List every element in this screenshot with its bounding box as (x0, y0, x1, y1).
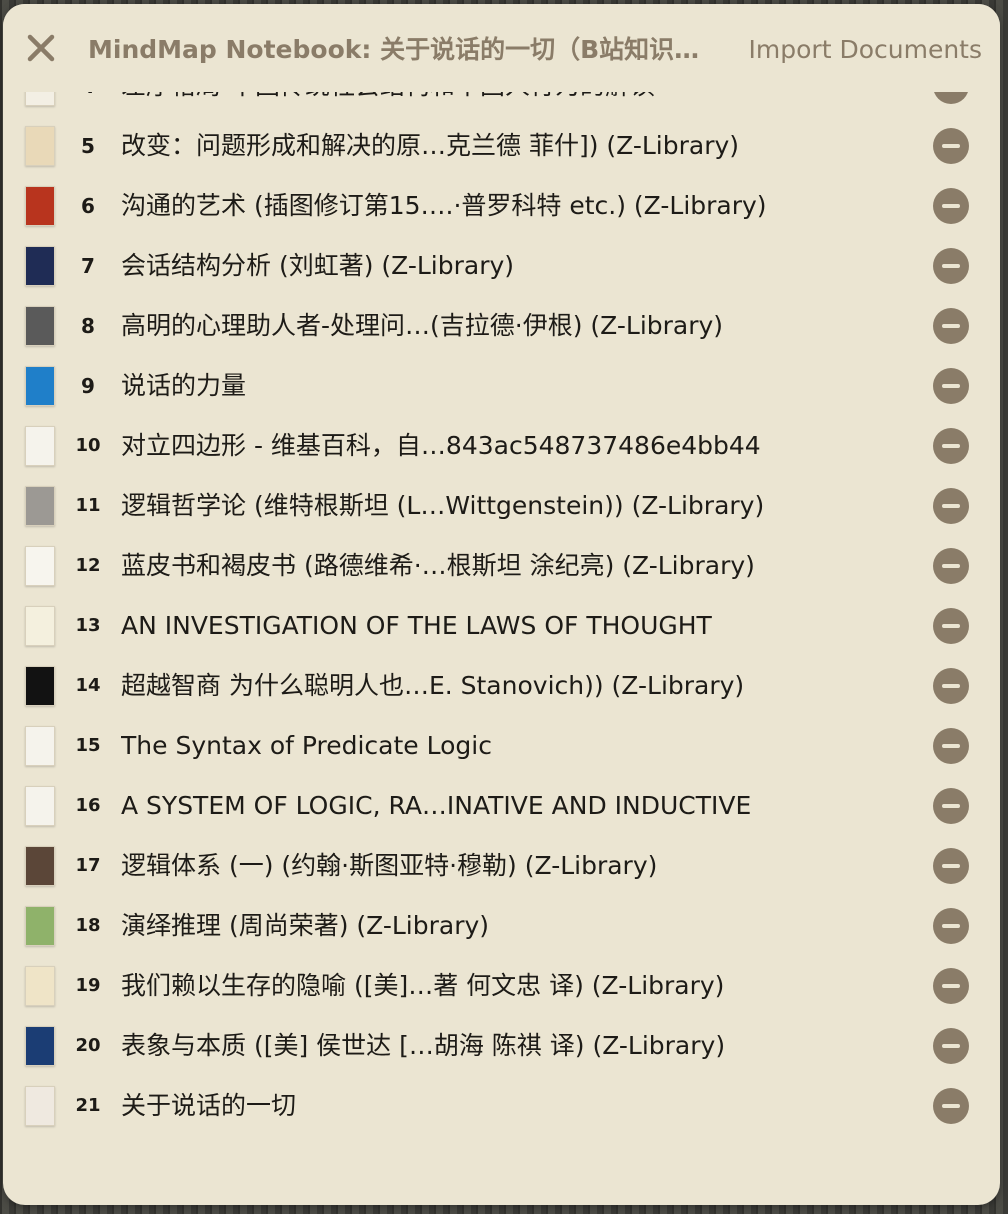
document-title[interactable]: 演绎推理 (周尚荣著) (Z-Library) (121, 896, 921, 956)
remove-document-button[interactable] (933, 1088, 969, 1124)
remove-document-button[interactable] (933, 368, 969, 404)
document-index: 20 (75, 1035, 101, 1056)
remove-document-button[interactable] (933, 428, 969, 464)
document-row[interactable]: 6 沟通的艺术 (插图修订第15….·普罗科特 etc.) (Z-Library) (3, 176, 1000, 236)
document-title[interactable]: 关于说话的一切 (121, 1076, 921, 1136)
close-button[interactable] (23, 30, 59, 66)
remove-document-button[interactable] (933, 548, 969, 584)
remove-document-button[interactable] (933, 248, 969, 284)
document-index: 14 (75, 675, 101, 696)
document-index: 17 (75, 855, 101, 876)
document-title[interactable]: 高明的心理助人者-处理问…(吉拉德·伊根) (Z-Library) (121, 296, 921, 356)
remove-document-button[interactable] (933, 308, 969, 344)
document-cover-thumbnail (25, 906, 55, 946)
remove-document-button[interactable] (933, 848, 969, 884)
document-index: 19 (75, 975, 101, 996)
document-row[interactable]: 12 蓝皮书和褐皮书 (路德维希·…根斯坦 涂纪亮) (Z-Library) (3, 536, 1000, 596)
document-title[interactable]: 会话结构分析 (刘虹著) (Z-Library) (121, 236, 921, 296)
remove-document-button[interactable] (933, 788, 969, 824)
document-title[interactable]: AN INVESTIGATION OF THE LAWS OF THOUGHT (121, 596, 921, 656)
document-index: 13 (75, 615, 101, 636)
remove-document-button[interactable] (933, 668, 969, 704)
document-index: 8 (81, 314, 95, 338)
document-cover-thumbnail (25, 186, 55, 226)
document-index: 6 (81, 194, 95, 218)
document-title[interactable]: 蓝皮书和褐皮书 (路德维希·…根斯坦 涂纪亮) (Z-Library) (121, 536, 921, 596)
document-cover-thumbnail (25, 1086, 55, 1126)
remove-document-button[interactable] (933, 968, 969, 1004)
document-index: 11 (75, 495, 101, 516)
document-index: 15 (75, 735, 101, 756)
document-row[interactable]: 18 演绎推理 (周尚荣著) (Z-Library) (3, 896, 1000, 956)
document-cover-thumbnail (25, 846, 55, 886)
document-row[interactable]: 16 A SYSTEM OF LOGIC, RA…INATIVE AND INDU… (3, 776, 1000, 836)
panel-header: MindMap Notebook: 关于说话的一切（B站知识… Import D… (3, 4, 1000, 92)
document-index: 10 (75, 435, 101, 456)
document-row[interactable]: 11 逻辑哲学论 (维特根斯坦 (L…Wittgenstein)) (Z-Libr… (3, 476, 1000, 536)
remove-document-button[interactable] (933, 608, 969, 644)
document-cover-thumbnail (25, 306, 55, 346)
document-row[interactable]: 19 我们赖以生存的隐喻 ([美]…著 何文忠 译) (Z-Library) (3, 956, 1000, 1016)
document-title[interactable]: 表象与本质 ([美] 侯世达 […胡海 陈祺 译) (Z-Library) (121, 1016, 921, 1076)
document-title[interactable]: 说话的力量 (121, 356, 921, 416)
remove-document-button[interactable] (933, 908, 969, 944)
document-title[interactable]: The Syntax of Predicate Logic (121, 716, 921, 776)
document-index: 21 (75, 1095, 101, 1116)
document-row[interactable]: 7 会话结构分析 (刘虹著) (Z-Library) (3, 236, 1000, 296)
import-documents-button[interactable]: Import Documents (749, 32, 982, 68)
document-row[interactable]: 13 AN INVESTIGATION OF THE LAWS OF THOUGH… (3, 596, 1000, 656)
document-row[interactable]: 17 逻辑体系 (一) (约翰·斯图亚特·穆勒) (Z-Library) (3, 836, 1000, 896)
document-title[interactable]: A SYSTEM OF LOGIC, RA…INATIVE AND INDUCT… (121, 776, 921, 836)
document-row[interactable]: 8 高明的心理助人者-处理问…(吉拉德·伊根) (Z-Library) (3, 296, 1000, 356)
document-cover-thumbnail (25, 426, 55, 466)
document-row[interactable]: 15 The Syntax of Predicate Logic (3, 716, 1000, 776)
document-cover-thumbnail (25, 246, 55, 286)
document-title[interactable]: 对立四边形 - 维基百科，自…843ac548737486e4bb44 (121, 416, 921, 476)
document-title[interactable]: 超越智商 为什么聪明人也…E. Stanovich)) (Z-Library) (121, 656, 921, 716)
document-row[interactable]: 9 说话的力量 (3, 356, 1000, 416)
document-title[interactable]: 沟通的艺术 (插图修订第15….·普罗科特 etc.) (Z-Library) (121, 176, 921, 236)
document-title[interactable]: 逻辑哲学论 (维特根斯坦 (L…Wittgenstein)) (Z-Librar… (121, 476, 921, 536)
document-cover-thumbnail (25, 606, 55, 646)
document-cover-thumbnail (25, 966, 55, 1006)
document-index: 5 (81, 134, 95, 158)
remove-document-button[interactable] (933, 1028, 969, 1064)
close-icon (27, 34, 55, 62)
notebook-documents-panel: MindMap Notebook: 关于说话的一切（B站知识… Import D… (3, 4, 1000, 1205)
notebook-title: MindMap Notebook: 关于说话的一切（B站知识… (88, 35, 700, 64)
document-title[interactable]: 逻辑体系 (一) (约翰·斯图亚特·穆勒) (Z-Library) (121, 836, 921, 896)
remove-document-button[interactable] (933, 188, 969, 224)
document-cover-thumbnail (25, 726, 55, 766)
document-cover-thumbnail (25, 1026, 55, 1066)
document-row[interactable]: 21 关于说话的一切 (3, 1076, 1000, 1136)
document-row[interactable]: 20 表象与本质 ([美] 侯世达 […胡海 陈祺 译) (Z-Library) (3, 1016, 1000, 1076)
document-index: 9 (81, 374, 95, 398)
document-cover-thumbnail (25, 666, 55, 706)
document-title[interactable]: 我们赖以生存的隐喻 ([美]…著 何文忠 译) (Z-Library) (121, 956, 921, 1016)
document-index: 7 (81, 254, 95, 278)
document-title[interactable]: 改变：问题形成和解决的原…克兰德 菲什]) (Z-Library) (121, 116, 921, 176)
remove-document-button[interactable] (933, 128, 969, 164)
document-row[interactable]: 5 改变：问题形成和解决的原…克兰德 菲什]) (Z-Library) (3, 116, 1000, 176)
document-index: 16 (75, 795, 101, 816)
document-index: 18 (75, 915, 101, 936)
document-cover-thumbnail (25, 366, 55, 406)
document-index: 12 (75, 555, 101, 576)
document-cover-thumbnail (25, 486, 55, 526)
document-row[interactable]: 10 对立四边形 - 维基百科，自…843ac548737486e4bb44 (3, 416, 1000, 476)
remove-document-button[interactable] (933, 488, 969, 524)
remove-document-button[interactable] (933, 728, 969, 764)
document-cover-thumbnail (25, 126, 55, 166)
document-cover-thumbnail (25, 786, 55, 826)
document-row[interactable]: 14 超越智商 为什么聪明人也…E. Stanovich)) (Z-Library… (3, 656, 1000, 716)
document-list: 3质性社会学研究的差异性及同相及同艺术4差序格局-中国传统社会结构和中国人行为的… (3, 6, 1000, 1205)
document-cover-thumbnail (25, 546, 55, 586)
